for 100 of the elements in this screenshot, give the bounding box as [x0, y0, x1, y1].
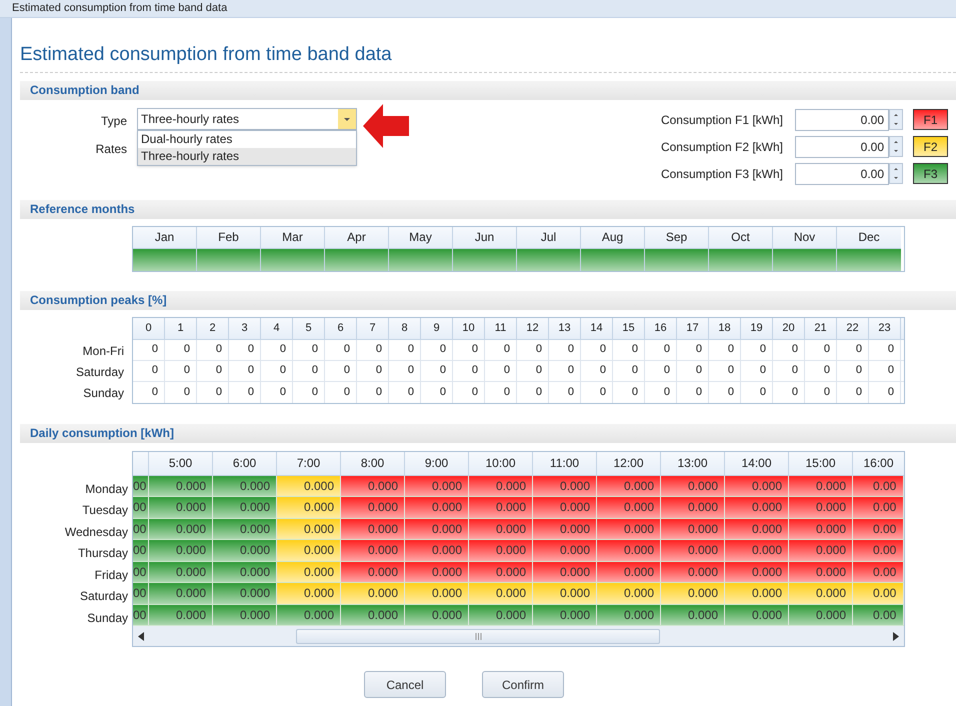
- table-cell[interactable]: 0.000: [789, 497, 853, 518]
- table-cell[interactable]: 0.000: [213, 476, 277, 496]
- table-cell[interactable]: 0.000: [341, 518, 405, 539]
- table-cell[interactable]: 0.000: [533, 540, 597, 560]
- table-cell[interactable]: 0.000: [469, 476, 533, 496]
- type-dropdown[interactable]: Three-hourly rates: [137, 108, 357, 130]
- table-cell[interactable]: 0.00: [853, 583, 904, 604]
- table-cell[interactable]: 0.000: [661, 583, 725, 604]
- table-cell[interactable]: 0.000: [661, 497, 725, 518]
- dialog-button[interactable]: Confirm: [482, 671, 564, 698]
- table-cell[interactable]: 0.000: [725, 604, 789, 625]
- table-cell[interactable]: 00: [133, 476, 149, 496]
- table-cell[interactable]: 0.000: [661, 518, 725, 539]
- dropdown-option[interactable]: Three-hourly rates: [138, 148, 356, 164]
- table-cell[interactable]: 0.000: [149, 518, 213, 539]
- month-cell[interactable]: [837, 248, 901, 270]
- table-cell[interactable]: 0.000: [789, 583, 853, 604]
- table-cell[interactable]: 0.00: [853, 562, 904, 582]
- table-cell[interactable]: 0.000: [597, 476, 661, 496]
- table-cell[interactable]: 0.00: [853, 476, 904, 496]
- table-cell[interactable]: 0.000: [533, 518, 597, 539]
- table-cell[interactable]: 0.000: [277, 604, 341, 625]
- month-cell[interactable]: [197, 248, 260, 270]
- consumption-field[interactable]: 0.00: [795, 162, 889, 184]
- table-cell[interactable]: 0.000: [533, 562, 597, 582]
- table-cell[interactable]: 0.000: [789, 518, 853, 539]
- table-cell[interactable]: 0.000: [341, 583, 405, 604]
- table-cell[interactable]: 0.000: [725, 562, 789, 582]
- table-cell[interactable]: 0.000: [149, 540, 213, 560]
- table-cell[interactable]: 00: [133, 604, 149, 625]
- month-cell[interactable]: [453, 248, 516, 270]
- table-cell[interactable]: 0.000: [149, 583, 213, 604]
- table-cell[interactable]: 0.000: [597, 604, 661, 625]
- table-cell[interactable]: 0.000: [405, 497, 469, 518]
- month-cell[interactable]: [773, 248, 836, 270]
- month-cell[interactable]: [325, 248, 388, 270]
- month-cell[interactable]: [133, 248, 196, 270]
- table-cell[interactable]: 0.000: [149, 476, 213, 496]
- table-cell[interactable]: 0.000: [277, 540, 341, 560]
- month-cell[interactable]: [581, 248, 644, 270]
- table-cell[interactable]: 0.000: [725, 497, 789, 518]
- table-cell[interactable]: 00: [133, 562, 149, 582]
- table-cell[interactable]: 00: [133, 583, 149, 604]
- table-cell[interactable]: 0.000: [469, 518, 533, 539]
- table-cell[interactable]: 0.000: [597, 562, 661, 582]
- table-cell[interactable]: 0.000: [213, 497, 277, 518]
- table-cell[interactable]: 0.000: [405, 540, 469, 560]
- table-cell[interactable]: 0.000: [213, 583, 277, 604]
- scroll-right-icon[interactable]: [893, 632, 899, 640]
- month-cell[interactable]: [261, 248, 324, 270]
- table-cell[interactable]: 0.000: [469, 497, 533, 518]
- table-cell[interactable]: 0.000: [341, 476, 405, 496]
- dropdown-option[interactable]: Dual-hourly rates: [138, 130, 356, 148]
- spin-icon[interactable]: [889, 136, 903, 157]
- table-cell[interactable]: 0.000: [725, 540, 789, 560]
- table-cell[interactable]: 0.000: [341, 540, 405, 560]
- table-cell[interactable]: 0.000: [341, 497, 405, 518]
- table-cell[interactable]: 0.000: [789, 604, 853, 625]
- table-cell[interactable]: 0.000: [277, 518, 341, 539]
- month-cell[interactable]: [389, 248, 452, 270]
- table-cell[interactable]: 0.000: [277, 562, 341, 582]
- table-cell[interactable]: 0.000: [789, 540, 853, 560]
- table-cell[interactable]: 0.000: [277, 497, 341, 518]
- table-cell[interactable]: 0.000: [661, 476, 725, 496]
- table-cell[interactable]: 0.000: [789, 476, 853, 496]
- table-cell[interactable]: 0.000: [725, 476, 789, 496]
- table-cell[interactable]: 0.000: [149, 604, 213, 625]
- table-cell[interactable]: 0.00: [853, 518, 904, 539]
- table-cell[interactable]: 0.000: [277, 583, 341, 604]
- table-cell[interactable]: 0.000: [469, 583, 533, 604]
- table-cell[interactable]: 0.000: [341, 562, 405, 582]
- table-cell[interactable]: 0.000: [405, 583, 469, 604]
- table-cell[interactable]: 0.000: [533, 604, 597, 625]
- table-cell[interactable]: 0.000: [469, 604, 533, 625]
- table-cell[interactable]: 0.000: [533, 583, 597, 604]
- table-cell[interactable]: 0.000: [725, 583, 789, 604]
- table-cell[interactable]: 0.000: [661, 562, 725, 582]
- month-cell[interactable]: [709, 248, 772, 270]
- table-cell[interactable]: 0.000: [789, 562, 853, 582]
- table-cell[interactable]: 0.000: [661, 540, 725, 560]
- table-cell[interactable]: 0.000: [149, 562, 213, 582]
- table-cell[interactable]: 0.000: [597, 497, 661, 518]
- table-cell[interactable]: 00: [133, 497, 149, 518]
- table-cell[interactable]: 0.000: [469, 540, 533, 560]
- table-cell[interactable]: 0.000: [213, 604, 277, 625]
- table-cell[interactable]: 0.000: [725, 518, 789, 539]
- spin-icon[interactable]: [889, 163, 903, 184]
- month-cell[interactable]: [645, 248, 708, 270]
- consumption-field[interactable]: 0.00: [795, 108, 889, 130]
- table-cell[interactable]: 0.000: [533, 497, 597, 518]
- table-cell[interactable]: 0.000: [341, 604, 405, 625]
- scroll-left-icon[interactable]: [138, 632, 144, 640]
- table-cell[interactable]: 0.000: [277, 476, 341, 496]
- table-cell[interactable]: 0.000: [405, 518, 469, 539]
- spin-icon[interactable]: [889, 109, 903, 130]
- table-cell[interactable]: 0.000: [405, 476, 469, 496]
- table-cell[interactable]: 00: [133, 540, 149, 560]
- table-cell[interactable]: 0.00: [853, 497, 904, 518]
- table-cell[interactable]: 0.000: [661, 604, 725, 625]
- table-cell[interactable]: 0.000: [213, 540, 277, 560]
